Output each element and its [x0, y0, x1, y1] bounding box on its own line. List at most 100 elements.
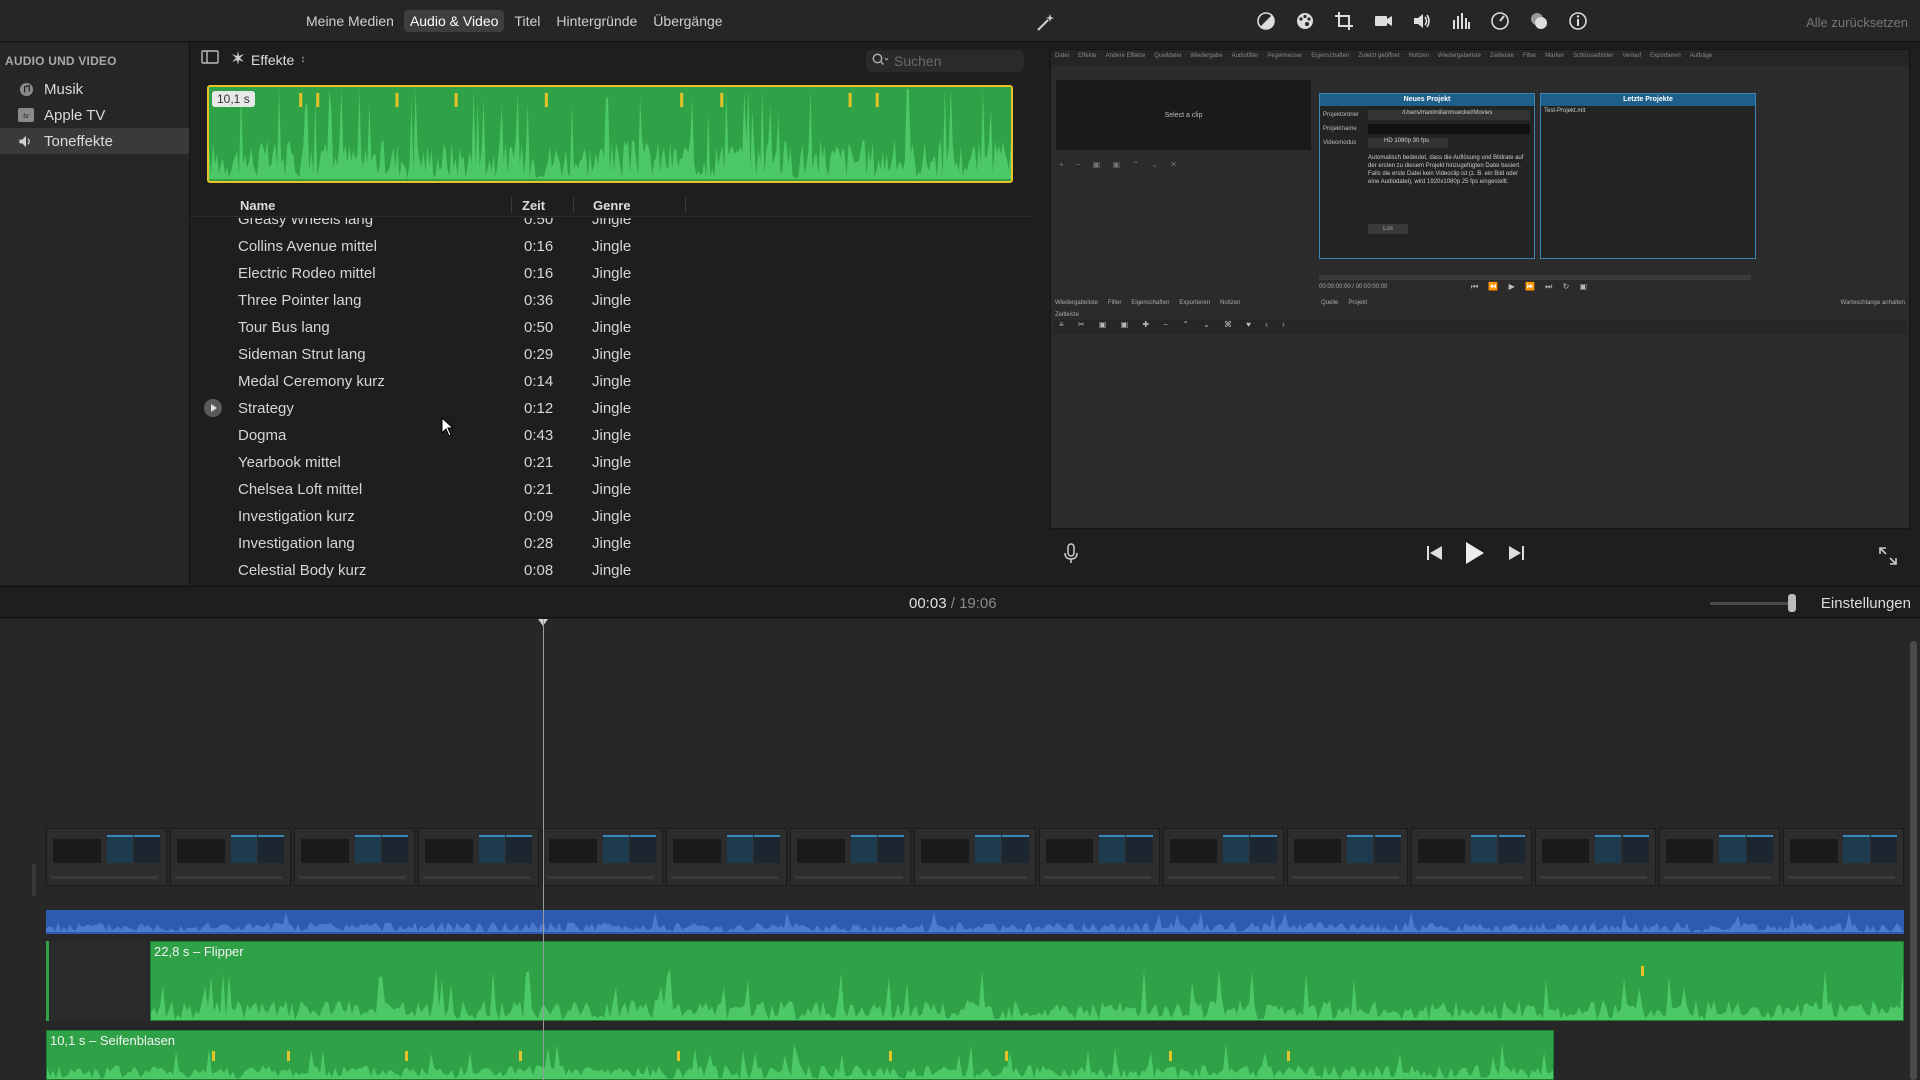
color-palette-icon[interactable] [1294, 10, 1316, 32]
table-row[interactable]: Dogma 0:43 Jingle [191, 422, 1032, 449]
selected-sound-waveform[interactable]: 10,1 s [207, 85, 1013, 183]
timecode-total: 19:06 [959, 595, 997, 612]
video-thumbnail [914, 828, 1036, 886]
column-time[interactable]: Zeit [522, 198, 545, 213]
waveform-fill [46, 912, 1904, 932]
inner-recent-item: Test-Projekt.mlt [1544, 108, 1586, 114]
row-name: Collins Avenue mittel [238, 238, 377, 255]
play-icon[interactable] [1463, 541, 1485, 570]
playhead[interactable] [543, 619, 544, 1080]
inner-menu-item: Audiofilter [1231, 53, 1259, 59]
tab-audio-video[interactable]: Audio & Video [403, 10, 505, 32]
table-row[interactable]: Greasy Wheels lang 0:50 Jingle [191, 218, 1032, 233]
tab-uebergaenge[interactable]: Übergänge [647, 10, 728, 32]
inner-videomode-value: HD 1080p 30 fps [1368, 138, 1448, 148]
magic-wand-icon[interactable] [1035, 12, 1057, 37]
table-row[interactable]: Strategy 0:12 Jingle [191, 395, 1032, 422]
table-row[interactable]: Medal Ceremony kurz 0:14 Jingle [191, 368, 1032, 395]
timeline[interactable]: 22,8 s – Flipper 10,1 s – Seifenblasen [0, 619, 1920, 1080]
timeline-scrollbar[interactable] [1910, 641, 1917, 1080]
table-row[interactable]: Electric Rodeo mittel 0:16 Jingle [191, 260, 1032, 287]
sidebar-item-label: Toneffekte [44, 132, 113, 150]
sidebar-toggle-icon[interactable] [201, 50, 219, 69]
browser-tabs: Meine Medien Audio & Video Titel Hinterg… [300, 10, 729, 32]
waveform-peak-marker [299, 93, 303, 107]
skip-back-icon[interactable] [1426, 545, 1444, 566]
sidebar-item-apple-tv[interactable]: tv Apple TV [0, 102, 189, 128]
overlay-icon[interactable] [1528, 10, 1550, 32]
inner-recent-projects-panel: Letzte Projekte Test-Projekt.mlt [1540, 93, 1756, 259]
inner-menu-bar: Datei Effekte Andere Effekte Quelldatei … [1051, 50, 1909, 66]
appletv-icon: tv [18, 107, 34, 123]
waveform-peak-marker [875, 93, 879, 107]
table-row[interactable]: Investigation lang 0:28 Jingle [191, 530, 1032, 557]
video-thumbnail [1534, 828, 1656, 886]
waveform-peak-marker [519, 1051, 522, 1061]
play-preview-icon[interactable] [203, 398, 223, 418]
table-row[interactable]: Chelsea Loft mittel 0:21 Jingle [191, 476, 1032, 503]
audio-clip-seifenblasen[interactable]: 10,1 s – Seifenblasen [46, 1030, 1554, 1080]
video-thumbnail [46, 828, 168, 886]
inner-menu-item: Zeitleiste [1489, 53, 1514, 59]
effects-dropdown[interactable]: Effekte ↕ [231, 51, 305, 68]
skip-forward-icon[interactable] [1507, 545, 1525, 566]
video-clip[interactable] [46, 828, 1904, 886]
timeline-header: 00:03 / 19:06 Einstellungen [0, 586, 1920, 618]
waveform-peak-marker [1287, 1051, 1290, 1061]
waveform-peak-marker [1005, 1051, 1008, 1061]
tab-meine-medien[interactable]: Meine Medien [300, 10, 400, 32]
zoom-slider-handle[interactable] [1788, 594, 1796, 612]
waveform-peak-marker [889, 1051, 892, 1061]
crop-icon[interactable] [1333, 10, 1355, 32]
column-divider [511, 197, 512, 213]
waveform-fill [47, 1043, 1553, 1079]
sidebar-header: AUDIO UND VIDEO [5, 54, 117, 68]
speed-icon[interactable] [1489, 10, 1511, 32]
table-row[interactable]: Sideman Strut lang 0:29 Jingle [191, 341, 1032, 368]
row-time: 0:08 [524, 562, 554, 579]
search-icon [872, 53, 889, 69]
audio-clip-flipper[interactable]: 22,8 s – Flipper [150, 941, 1904, 1021]
table-row[interactable]: Collins Avenue mittel 0:16 Jingle [191, 233, 1032, 260]
inner-tab: Projekt [1348, 300, 1368, 306]
search-field[interactable]: Suchen [866, 50, 1024, 72]
column-genre[interactable]: Genre [593, 198, 631, 213]
inner-audio-meter [1771, 80, 1801, 380]
fullscreen-icon[interactable] [1878, 546, 1898, 571]
zoom-slider[interactable] [1710, 602, 1790, 605]
column-divider [685, 197, 686, 213]
volume-icon[interactable] [1411, 10, 1433, 32]
video-audio-waveform[interactable] [46, 910, 1904, 934]
waveform-peak-marker [395, 93, 399, 107]
reset-all-button[interactable]: Alle zurücksetzen [1806, 15, 1908, 30]
stabilize-camera-icon[interactable] [1372, 10, 1394, 32]
tab-hintergruende[interactable]: Hintergründe [550, 10, 643, 32]
clip-label: 10,1 s – Seifenblasen [50, 1033, 176, 1048]
inner-tab: Notizen [1220, 300, 1241, 306]
table-row[interactable]: Tour Bus lang 0:50 Jingle [191, 314, 1032, 341]
settings-button[interactable]: Einstellungen [1821, 595, 1911, 612]
column-name[interactable]: Name [240, 198, 275, 213]
info-icon[interactable] [1567, 10, 1589, 32]
tab-titel[interactable]: Titel [508, 10, 546, 32]
viewer-screen[interactable]: Datei Effekte Andere Effekte Quelldatei … [1050, 49, 1910, 529]
waveform-fill [209, 89, 1011, 179]
table-row[interactable]: Celestial Body kurz 0:08 Jingle [191, 557, 1032, 584]
video-thumbnail [1782, 828, 1904, 886]
table-header: Name Zeit Genre [191, 193, 1032, 217]
sidebar-item-toneffekte[interactable]: Toneffekte [0, 128, 189, 154]
color-balance-icon[interactable] [1255, 10, 1277, 32]
table-row[interactable]: Yearbook mittel 0:21 Jingle [191, 449, 1032, 476]
row-name: Tour Bus lang [238, 319, 330, 336]
waveform-peak-marker [680, 93, 684, 107]
sidebar-item-musik[interactable]: Musik [0, 76, 189, 102]
inner-tab: Exportieren [1179, 300, 1211, 306]
timecode-separator: / [950, 595, 955, 612]
equalizer-icon[interactable] [1450, 10, 1472, 32]
inner-ok-button: Los [1368, 224, 1408, 234]
table-row[interactable]: Three Pointer lang 0:36 Jingle [191, 287, 1032, 314]
row-name: Celestial Body kurz [238, 562, 367, 579]
row-genre: Jingle [592, 454, 632, 471]
table-row[interactable]: Investigation kurz 0:09 Jingle [191, 503, 1032, 530]
microphone-icon[interactable] [1063, 543, 1079, 570]
